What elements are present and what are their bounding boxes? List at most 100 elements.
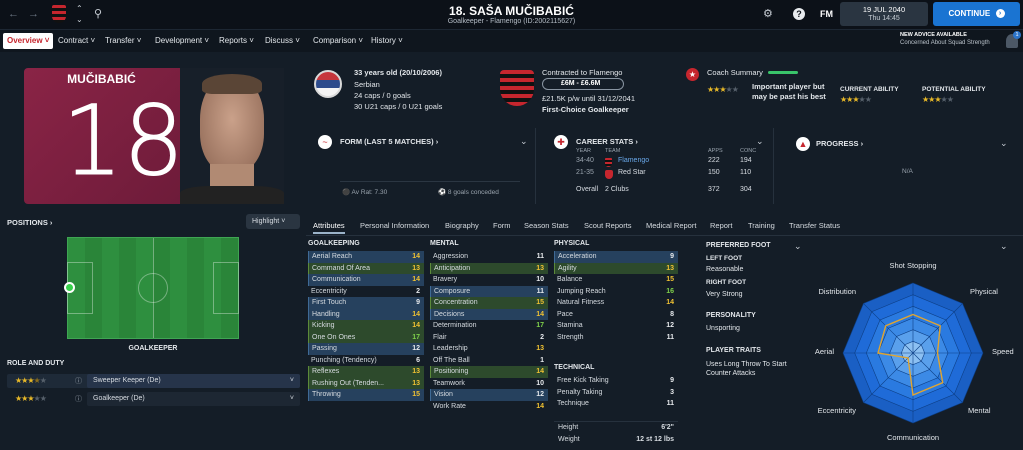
role-info-icon[interactable]: ⓘ [75, 376, 82, 386]
role-dropdown[interactable]: Goalkeeper (De) ˅ [87, 392, 300, 406]
attribute-row-goalkeeping[interactable]: Command Of Area 13 [308, 262, 424, 274]
help-icon[interactable]: ? [793, 8, 805, 20]
attribute-row-physical[interactable]: Pace 8 [554, 309, 678, 321]
career-overall-apps: 372 [708, 186, 720, 193]
advice-title[interactable]: NEW ADVICE AVAILABLE [900, 32, 967, 38]
career-conc: 194 [740, 157, 752, 164]
attribute-row-goalkeeping[interactable]: Communication 14 [308, 274, 424, 286]
pitch[interactable] [64, 237, 239, 339]
tab-training[interactable]: Training [748, 218, 775, 234]
attribute-row-physical[interactable]: Stamina 12 [554, 320, 678, 332]
tab-transfer-status[interactable]: Transfer Status [789, 218, 840, 234]
career-row[interactable]: 34-40 Flamengo 222 194 [576, 157, 760, 168]
attribute-row-mental[interactable]: Flair 2 [430, 332, 548, 344]
career-stats-title[interactable]: CAREER STATS › [576, 137, 638, 146]
player-value-box[interactable]: £6M - £6.6M [542, 78, 624, 90]
tab-biography[interactable]: Biography [445, 218, 479, 234]
face-hair-shape [202, 74, 262, 94]
date-display[interactable]: 19 JUL 2040 Thu 14:45 [840, 2, 928, 26]
attribute-row-technical[interactable]: Free Kick Taking 9 [554, 375, 678, 387]
attribute-value: 14 [536, 402, 544, 410]
attribute-row-physical[interactable]: Acceleration 9 [554, 251, 678, 263]
attribute-row-mental[interactable]: Teamwork 10 [430, 378, 548, 390]
nav-reports-label: Reports [219, 36, 248, 45]
attribute-row-goalkeeping[interactable]: First Touch 9 [308, 297, 424, 309]
attribute-row-physical[interactable]: Agility 13 [554, 262, 678, 274]
radar-label: Distribution [818, 287, 856, 296]
attribute-row-physical[interactable]: Balance 15 [554, 274, 678, 286]
attribute-row-mental[interactable]: Off The Ball 1 [430, 355, 548, 367]
attribute-row-technical[interactable]: Penalty Taking 3 [554, 387, 678, 399]
career-collapse-icon[interactable]: ⌄ [756, 135, 764, 147]
squad-status: First-Choice Goalkeeper [542, 105, 629, 114]
highlight-dropdown[interactable]: Highlight ˅ [246, 214, 300, 229]
tab-form[interactable]: Form [493, 218, 511, 234]
tab-season-stats[interactable]: Season Stats [524, 218, 569, 234]
positions-title[interactable]: POSITIONS › [7, 218, 52, 227]
nav-history[interactable]: History ˅ [371, 33, 403, 49]
nav-discuss[interactable]: Discuss ˅ [265, 33, 300, 49]
attribute-row-goalkeeping[interactable]: Throwing 15 [308, 389, 424, 401]
attribute-row-physical[interactable]: Natural Fitness 14 [554, 297, 678, 309]
role-row[interactable]: ★★★★★ ⓘ Sweeper Keeper (De) ˅ [7, 374, 300, 388]
attribute-row-mental[interactable]: Composure 11 [430, 285, 548, 297]
height-row: Height 6'2" [554, 421, 678, 433]
attribute-name: Stamina [557, 322, 583, 329]
fm-menu-button[interactable]: FM [820, 9, 833, 19]
attribute-name: Communication [312, 276, 361, 283]
form-title[interactable]: FORM (LAST 5 MATCHES) › [340, 137, 438, 146]
nav-comparison[interactable]: Comparison ˅ [313, 33, 363, 49]
tab-personal-information[interactable]: Personal Information [360, 218, 429, 234]
attribute-row-goalkeeping[interactable]: Aerial Reach 14 [308, 251, 424, 263]
attribute-row-goalkeeping[interactable]: Rushing Out (Tenden... 13 [308, 377, 424, 389]
attribute-row-goalkeeping[interactable]: Eccentricity 2 [308, 286, 424, 298]
attribute-name: Flair [433, 333, 447, 341]
tab-medical-report[interactable]: Medical Report [646, 218, 696, 234]
nav-transfer[interactable]: Transfer ˅ [105, 33, 141, 49]
career-team-link[interactable]: Red Star [618, 169, 646, 176]
attribute-row-goalkeeping[interactable]: Handling 14 [308, 308, 424, 320]
career-row[interactable]: 21-35 Red Star 150 110 [576, 169, 760, 180]
continue-button[interactable]: CONTINUE › [933, 2, 1020, 26]
goalkeeper-position-marker[interactable] [64, 282, 75, 293]
progress-title[interactable]: PROGRESS › [816, 139, 863, 148]
attribute-row-mental[interactable]: Aggression 11 [430, 251, 548, 263]
tab-attributes[interactable]: Attributes [313, 218, 345, 234]
tab-scout-reports[interactable]: Scout Reports [584, 218, 632, 234]
role-name: Goalkeeper (De) [93, 395, 145, 402]
attribute-row-mental[interactable]: Work Rate 14 [430, 401, 548, 413]
nav-contract[interactable]: Contract ˅ [58, 33, 95, 49]
attribute-row-mental[interactable]: Leadership 13 [430, 343, 548, 355]
preferred-foot-collapse-icon[interactable]: ⌄ [794, 240, 802, 252]
attribute-row-physical[interactable]: Strength 11 [554, 332, 678, 344]
nav-development[interactable]: Development ˅ [155, 33, 209, 49]
advice-text[interactable]: Concerned About Squad Strength [900, 40, 990, 46]
attribute-row-physical[interactable]: Jumping Reach 16 [554, 286, 678, 298]
attribute-row-mental[interactable]: Decisions 14 [430, 308, 548, 320]
attribute-row-mental[interactable]: Positioning 14 [430, 366, 548, 378]
nav-reports[interactable]: Reports ˅ [219, 33, 254, 49]
role-row[interactable]: ★★★★★ ⓘ Goalkeeper (De) ˅ [7, 392, 300, 406]
career-team-link[interactable]: Flamengo [618, 157, 649, 164]
bug-report-icon[interactable]: ⚙ [763, 8, 773, 20]
role-info-icon[interactable]: ⓘ [75, 394, 82, 404]
attribute-row-technical[interactable]: Technique 11 [554, 398, 678, 410]
form-collapse-icon[interactable]: ⌄ [520, 135, 528, 147]
attribute-row-mental[interactable]: Concentration 15 [430, 297, 548, 309]
career-header-conc: CONC [740, 148, 757, 154]
attribute-row-goalkeeping[interactable]: One On Ones 17 [308, 331, 424, 343]
attribute-name: Jumping Reach [557, 287, 606, 295]
attribute-row-mental[interactable]: Bravery 10 [430, 274, 548, 286]
tab-report[interactable]: Report [710, 218, 733, 234]
attribute-row-goalkeeping[interactable]: Kicking 14 [308, 320, 424, 332]
attribute-row-mental[interactable]: Vision 12 [430, 389, 548, 401]
attribute-row-goalkeeping[interactable]: Punching (Tendency) 6 [308, 355, 424, 367]
role-dropdown[interactable]: Sweeper Keeper (De) ˅ [87, 374, 300, 388]
attribute-value: 13 [666, 264, 674, 272]
attribute-row-mental[interactable]: Anticipation 13 [430, 262, 548, 274]
attribute-row-goalkeeping[interactable]: Passing 12 [308, 343, 424, 355]
attribute-row-mental[interactable]: Determination 17 [430, 320, 548, 332]
progress-collapse-icon[interactable]: ⌄ [1000, 137, 1008, 149]
nav-overview[interactable]: Overview ˅ [3, 33, 54, 49]
attribute-row-goalkeeping[interactable]: Reflexes 13 [308, 366, 424, 378]
